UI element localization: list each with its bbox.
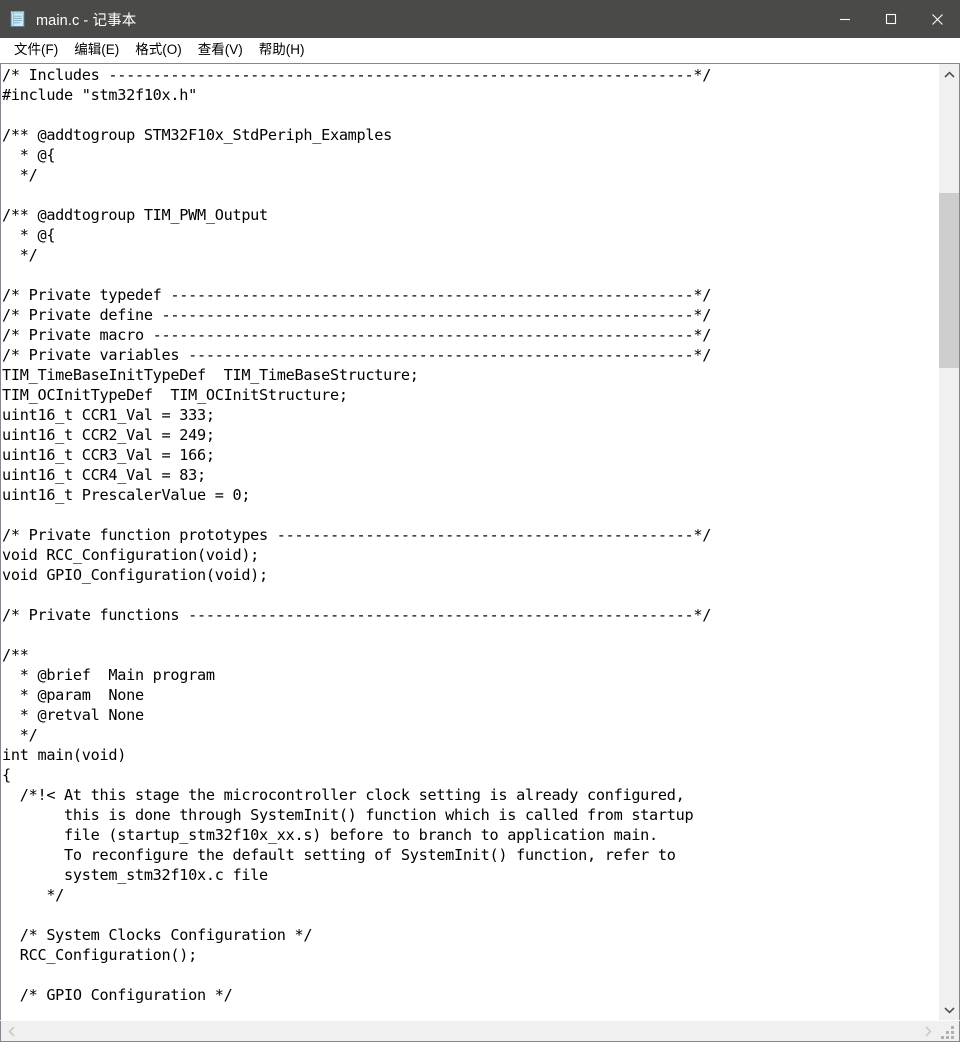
window-title: main.c - 记事本: [36, 12, 137, 29]
horizontal-scrollbar-row: [0, 1020, 960, 1042]
title-bar[interactable]: main.c - 记事本: [0, 0, 960, 38]
resize-grip[interactable]: [938, 1021, 960, 1042]
horizontal-scrollbar[interactable]: [0, 1021, 938, 1042]
vertical-scroll-thumb[interactable]: [939, 193, 959, 368]
scroll-up-button[interactable]: [939, 64, 959, 85]
menu-item-file[interactable]: 文件(F): [6, 39, 66, 62]
window-controls: [822, 0, 960, 38]
vertical-scroll-track[interactable]: [939, 85, 959, 999]
editor-row: /* Includes ----------------------------…: [0, 64, 960, 1020]
editor-container: /* Includes ----------------------------…: [0, 63, 960, 1042]
scroll-down-button[interactable]: [939, 999, 959, 1020]
close-button[interactable]: [914, 0, 960, 38]
menu-bar: 文件(F) 编辑(E) 格式(O) 查看(V) 帮助(H): [0, 38, 960, 63]
maximize-button[interactable]: [868, 0, 914, 38]
scroll-right-button[interactable]: [917, 1021, 938, 1042]
notepad-icon: [9, 10, 27, 28]
menu-item-help[interactable]: 帮助(H): [251, 39, 313, 62]
menu-item-format[interactable]: 格式(O): [127, 39, 190, 62]
text-editor-area[interactable]: /* Includes ----------------------------…: [0, 64, 938, 1020]
notepad-window: main.c - 记事本 文件(F) 编辑(E) 格式(O) 查看(V) 帮助(…: [0, 0, 960, 1042]
scroll-left-button[interactable]: [1, 1021, 22, 1042]
menu-item-edit[interactable]: 编辑(E): [66, 39, 127, 62]
minimize-button[interactable]: [822, 0, 868, 38]
menu-item-view[interactable]: 查看(V): [190, 39, 251, 62]
vertical-scrollbar[interactable]: [938, 64, 960, 1020]
source-code-text[interactable]: /* Includes ----------------------------…: [1, 65, 711, 1005]
